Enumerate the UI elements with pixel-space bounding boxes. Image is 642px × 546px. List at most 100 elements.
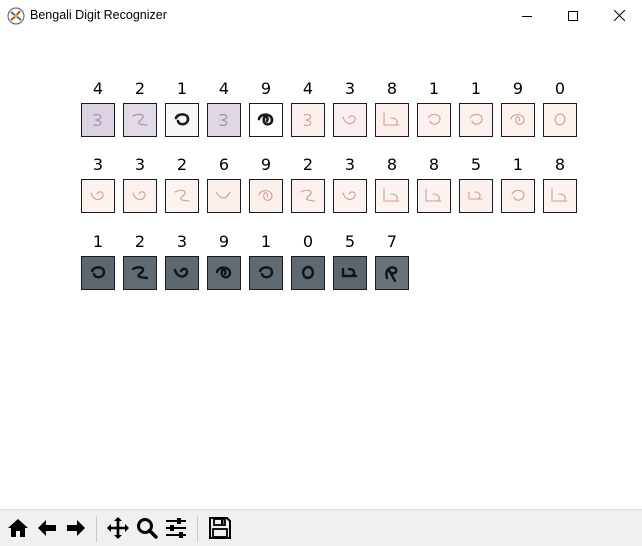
digit-image xyxy=(123,179,157,213)
handwritten-digit-stroke xyxy=(258,266,274,279)
digit-image xyxy=(501,103,535,137)
digit-image xyxy=(543,179,577,213)
digit-prediction-label: 5 xyxy=(344,232,356,251)
digit-prediction-label: 1 xyxy=(92,232,104,251)
digit-prediction-label: 0 xyxy=(554,79,566,98)
digit-prediction-label: 1 xyxy=(176,79,188,98)
handwritten-digit-stroke xyxy=(93,114,102,126)
digit-prediction-label: 1 xyxy=(428,79,440,98)
title-bar: Bengali Digit Recognizer xyxy=(0,0,642,31)
digit-prediction-label: 3 xyxy=(92,155,104,174)
handwritten-digit-stroke xyxy=(219,114,228,126)
forward-icon xyxy=(67,520,85,536)
digit-image xyxy=(249,256,283,290)
digit-image xyxy=(123,103,157,137)
handwritten-digit-stroke xyxy=(383,188,400,202)
digit-image xyxy=(291,103,325,137)
close-button[interactable] xyxy=(596,0,642,31)
digit-image xyxy=(81,103,115,137)
digit-prediction-label: 4 xyxy=(302,79,314,98)
digit-image xyxy=(249,179,283,213)
digit-prediction-label: 2 xyxy=(134,232,146,251)
digit-prediction-label: 3 xyxy=(344,79,356,98)
digit-prediction-label: 0 xyxy=(302,232,314,251)
handwritten-digit-stroke xyxy=(174,113,190,126)
digit-image xyxy=(333,256,367,290)
digit-image xyxy=(501,179,535,213)
digit-image xyxy=(165,179,199,213)
digit-image xyxy=(165,103,199,137)
navigation-toolbar xyxy=(0,509,642,546)
handwritten-digit-stroke xyxy=(551,188,568,202)
zoom-icon xyxy=(137,518,158,539)
digit-prediction-label: 2 xyxy=(176,155,188,174)
zoom-button[interactable] xyxy=(134,515,160,541)
figure-canvas: 42149438119033269238851812391057 xyxy=(0,31,642,509)
digit-prediction-label: 3 xyxy=(176,232,188,251)
digit-image xyxy=(417,179,451,213)
digit-image xyxy=(375,256,409,290)
forward-button[interactable] xyxy=(63,515,89,541)
digit-image xyxy=(291,256,325,290)
configure-subplots-icon xyxy=(166,518,186,538)
handwritten-digit-stroke xyxy=(342,191,356,201)
back-button[interactable] xyxy=(34,515,60,541)
digit-image xyxy=(249,103,283,137)
digit-prediction-label: 9 xyxy=(260,155,272,174)
digit-prediction-label: 8 xyxy=(554,155,566,174)
handwritten-digit-stroke xyxy=(90,191,104,201)
handwritten-digit-stroke xyxy=(469,113,483,125)
handwritten-digit-stroke xyxy=(90,266,106,279)
app-icon xyxy=(7,7,25,25)
handwritten-digit-stroke xyxy=(258,190,273,201)
digit-prediction-label: 1 xyxy=(512,155,524,174)
window-title: Bengali Digit Recognizer xyxy=(30,8,167,22)
digit-prediction-label: 9 xyxy=(512,79,524,98)
digit-image xyxy=(81,256,115,290)
maximize-icon xyxy=(568,10,578,21)
digit-prediction-label: 4 xyxy=(218,79,230,98)
digit-image xyxy=(375,179,409,213)
handwritten-digit-stroke xyxy=(385,266,398,283)
digit-image xyxy=(417,103,451,137)
handwritten-digit-stroke xyxy=(510,114,525,125)
digit-prediction-label: 1 xyxy=(260,232,272,251)
maximize-button[interactable] xyxy=(550,0,596,31)
minimize-icon xyxy=(522,15,532,17)
back-icon xyxy=(38,520,56,536)
handwritten-digit-stroke xyxy=(511,189,525,201)
digit-prediction-label: 6 xyxy=(218,155,230,174)
digit-prediction-label: 3 xyxy=(134,155,146,174)
handwritten-digit-stroke xyxy=(132,191,146,201)
save-button[interactable] xyxy=(207,515,233,541)
digit-image xyxy=(333,179,367,213)
handwritten-digit-stroke xyxy=(173,267,189,278)
pan-button[interactable] xyxy=(105,515,131,541)
handwritten-digit-stroke xyxy=(303,114,312,126)
digit-prediction-label: 5 xyxy=(470,155,482,174)
handwritten-digit-stroke xyxy=(425,188,442,202)
handwritten-digit-stroke xyxy=(131,266,149,280)
digit-prediction-label: 9 xyxy=(260,79,272,98)
handwritten-digit-stroke xyxy=(257,113,274,126)
digit-image xyxy=(207,179,241,213)
handwritten-digit-stroke xyxy=(215,191,231,199)
minimize-button[interactable] xyxy=(504,0,550,31)
toolbar-separator xyxy=(96,516,97,542)
digit-image xyxy=(123,256,157,290)
digit-image xyxy=(543,103,577,137)
digit-image xyxy=(459,103,493,137)
handwritten-digit-stroke xyxy=(554,113,566,126)
digit-prediction-label: 8 xyxy=(428,155,440,174)
digit-prediction-label: 8 xyxy=(386,155,398,174)
pan-icon xyxy=(107,517,129,539)
digit-prediction-label: 2 xyxy=(134,79,146,98)
toolbar-separator xyxy=(197,516,198,542)
digit-prediction-label: 7 xyxy=(386,232,398,251)
configure-subplots-button[interactable] xyxy=(163,515,189,541)
handwritten-digit-stroke xyxy=(427,113,441,125)
handwritten-digit-stroke xyxy=(174,189,190,202)
digit-prediction-label: 3 xyxy=(344,155,356,174)
home-button[interactable] xyxy=(5,515,31,541)
handwritten-digit-stroke xyxy=(341,267,358,278)
